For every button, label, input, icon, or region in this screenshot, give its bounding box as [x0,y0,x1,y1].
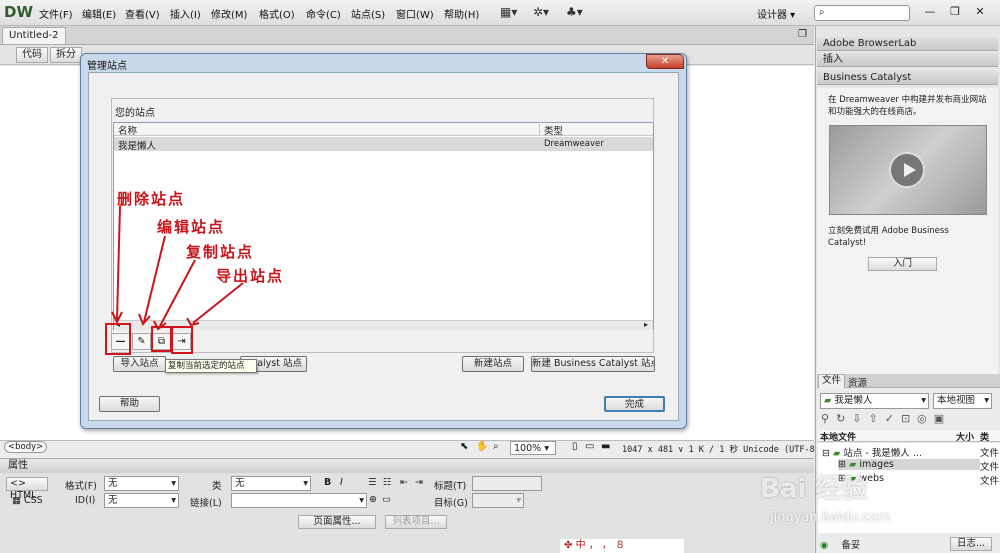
watermark-url: jingyan.baidu.com [770,510,890,525]
annotation-edit-site: 编辑站点 [157,218,226,236]
ime-toolbar[interactable]: ✤ 中 ， ， ８ [560,539,684,553]
watermark-logo: Bai 经验 [760,474,868,504]
annotation-duplicate-site: 复制站点 [186,243,255,261]
paw-icon: ✤ [564,540,573,551]
annotation-export-site: 导出站点 [216,267,285,285]
annotation-delete-site: 删除站点 [117,190,186,208]
